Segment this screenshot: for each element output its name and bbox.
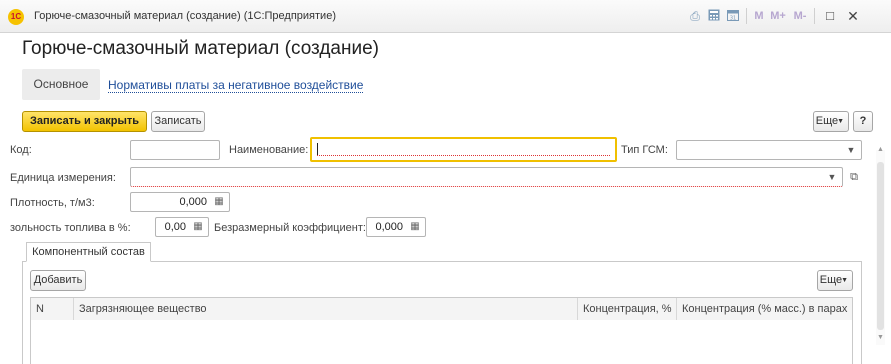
memory-minus-button[interactable]: M-	[791, 9, 809, 23]
scroll-thumb[interactable]	[877, 162, 884, 330]
scroll-up-icon[interactable]: ▲	[876, 146, 885, 153]
density-label: Плотность, т/м3:	[10, 197, 95, 209]
window-title: Горюче-смазочный материал (создание) (1С…	[34, 10, 336, 22]
chevron-down-icon[interactable]: ▼	[843, 141, 859, 159]
column-header-n[interactable]: N	[31, 298, 74, 320]
save-and-close-button[interactable]: Записать и закрыть	[22, 111, 147, 132]
calculator-icon[interactable]: ▦	[408, 220, 422, 234]
ash-value: 0,00	[164, 221, 186, 233]
memory-m-button[interactable]: M	[753, 9, 765, 23]
close-window-button[interactable]: ✕	[845, 9, 861, 23]
ash-label: зольность топлива в %:	[10, 222, 131, 234]
calculator-icon[interactable]: ▦	[212, 195, 226, 209]
ash-input[interactable]: 0,00 ▦	[155, 217, 209, 237]
coefficient-value: 0,000	[375, 221, 403, 233]
tab-negative-impact-fees[interactable]: Нормативы платы за негативное воздействи…	[108, 78, 364, 93]
calculator-icon[interactable]: ▦	[191, 220, 205, 234]
column-header-vapor-concentration[interactable]: Концентрация (% масс.) в парах	[677, 298, 852, 320]
density-value: 0,000	[179, 196, 207, 208]
gsm-type-select[interactable]: ▼	[676, 140, 862, 160]
toolbar-separator	[746, 8, 747, 24]
name-input[interactable]	[310, 137, 617, 162]
unit-label: Единица измерения:	[10, 172, 116, 184]
components-more-button[interactable]: Еще ▼	[817, 270, 853, 291]
calendar-icon-graphic: 31	[727, 10, 739, 22]
memory-plus-button[interactable]: M+	[769, 9, 787, 23]
code-input[interactable]	[130, 140, 220, 160]
components-table-body[interactable]	[30, 320, 853, 364]
name-label: Наименование:	[229, 144, 309, 156]
svg-text:31: 31	[730, 16, 736, 22]
restore-window-button[interactable]: □	[822, 9, 838, 23]
help-button[interactable]: ?	[853, 111, 873, 132]
more-button-label: Еще	[815, 115, 839, 127]
tab-components[interactable]: Компонентный состав	[26, 242, 151, 262]
open-link-icon[interactable]: ⧉	[846, 168, 862, 186]
more-button[interactable]: Еще ▼	[813, 111, 849, 132]
components-more-label: Еще	[819, 274, 843, 286]
calculator-icon-graphic	[708, 9, 720, 21]
toolbar-separator	[814, 8, 815, 24]
form-scrollbar[interactable]: ▲ ▼	[876, 146, 885, 345]
column-header-concentration[interactable]: Концентрация, %	[578, 298, 677, 320]
tab-main[interactable]: Основное	[22, 69, 100, 100]
chevron-down-icon: ▼	[841, 277, 848, 284]
code-label: Код:	[10, 144, 32, 156]
unit-select[interactable]: ▼	[130, 167, 843, 187]
coefficient-label: Безразмерный коэффициент:	[214, 222, 366, 234]
calendar-icon[interactable]: 31	[726, 9, 740, 23]
calculator-icon[interactable]	[707, 9, 721, 23]
save-button[interactable]: Записать	[151, 111, 205, 132]
gsm-type-label: Тип ГСМ:	[621, 144, 668, 156]
scroll-down-icon[interactable]: ▼	[876, 334, 885, 341]
print-icon[interactable]: ⎙	[688, 9, 702, 23]
app-logo-icon: 1С	[8, 9, 24, 25]
density-input[interactable]: 0,000 ▦	[130, 192, 230, 212]
add-button[interactable]: Добавить	[30, 270, 86, 291]
required-underline	[317, 155, 610, 156]
coefficient-input[interactable]: 0,000 ▦	[366, 217, 426, 237]
column-header-pollutant[interactable]: Загрязняющее вещество	[74, 298, 578, 320]
chevron-down-icon: ▼	[837, 118, 844, 125]
components-table-header: N Загрязняющее вещество Концентрация, % …	[30, 297, 853, 321]
form-title: Горюче-смазочный материал (создание)	[22, 38, 380, 59]
chevron-down-icon[interactable]: ▼	[824, 168, 840, 186]
